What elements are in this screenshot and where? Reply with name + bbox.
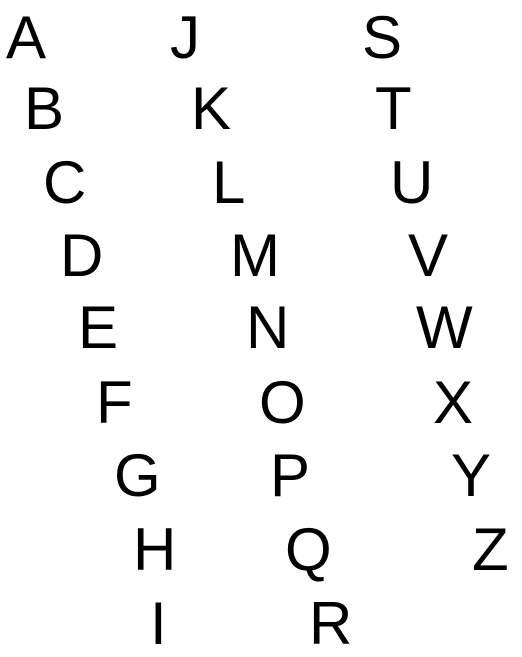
letter-x: X: [433, 369, 474, 436]
letter-b: B: [24, 75, 65, 142]
letter-t: T: [375, 75, 412, 142]
letter-c: C: [43, 149, 87, 216]
letter-e: E: [78, 294, 119, 361]
letter-n: N: [246, 294, 290, 361]
letter-h: H: [133, 516, 177, 583]
letter-p: P: [270, 442, 311, 509]
letter-f: F: [96, 369, 133, 436]
letter-r: R: [309, 590, 353, 657]
letter-o: O: [259, 369, 306, 436]
letter-canvas: A B C D E F G H I J K L M N O P Q R S T …: [0, 0, 522, 657]
letter-m: M: [230, 222, 280, 289]
letter-j: J: [170, 4, 200, 71]
letter-a: A: [6, 4, 47, 71]
letter-z: Z: [472, 516, 509, 583]
letter-d: D: [60, 222, 104, 289]
letter-l: L: [212, 149, 246, 216]
letter-k: K: [191, 75, 232, 142]
letter-i: I: [150, 590, 167, 657]
letter-y: Y: [451, 442, 492, 509]
letter-g: G: [114, 442, 161, 509]
letter-q: Q: [285, 516, 332, 583]
letter-u: U: [390, 149, 434, 216]
letter-s: S: [362, 4, 403, 71]
letter-w: W: [416, 294, 473, 361]
letter-v: V: [408, 222, 449, 289]
